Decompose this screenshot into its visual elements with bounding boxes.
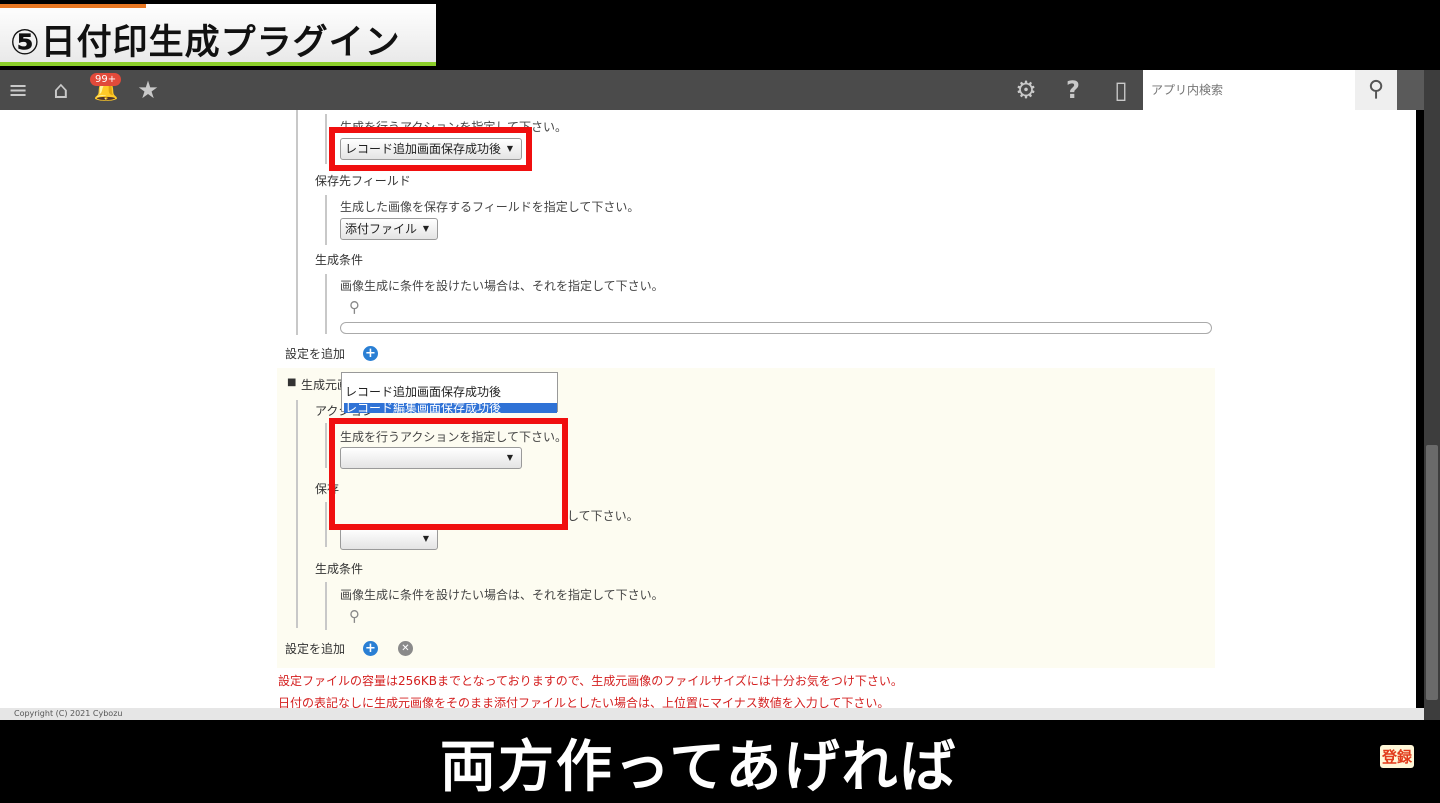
heading-bullet: ■ xyxy=(287,377,297,388)
star-icon[interactable]: ★ xyxy=(134,70,162,110)
note-file-size: 設定ファイルの容量は256KBまでとなっておりますので、生成元画像のファイルサイ… xyxy=(278,674,903,688)
dropdown-option-selected[interactable]: レコード編集画面保存成功後 xyxy=(344,403,557,413)
add-icon[interactable]: + xyxy=(363,346,378,361)
action-dropdown-list[interactable]: レコード追加画面保存成功後 レコード編集画面保存成功後 xyxy=(341,372,558,413)
condition-label: 生成条件 xyxy=(315,253,364,267)
save-field-description: 生成した画像を保存するフィールドを指定して下さい。 xyxy=(340,200,640,214)
action-guide-line xyxy=(325,114,327,164)
condition-description: 画像生成に条件を設けたい場合は、それを指定して下さい。 xyxy=(340,279,664,293)
highlight-box xyxy=(329,418,568,530)
copyright-bar: Copyright (C) 2021 Cybozu xyxy=(0,708,1424,720)
condition-description: 画像生成に条件を設けたい場合は、それを指定して下さい。 xyxy=(340,588,664,602)
add-setting-label: 設定を追加 xyxy=(285,642,346,656)
save-field-select[interactable]: 添付ファイル ▼ xyxy=(340,218,438,240)
search-icon[interactable]: ⚲ xyxy=(349,607,360,625)
save-field-guide-line xyxy=(325,195,327,245)
video-title: ⑤日付印生成プラグイン xyxy=(10,23,401,63)
scrollbar-thumb[interactable] xyxy=(1426,445,1438,700)
save-field-select-value: 添付ファイル xyxy=(345,222,418,236)
dropdown-option[interactable]: レコード追加画面保存成功後 xyxy=(344,384,557,401)
chevron-down-icon: ▼ xyxy=(422,224,429,233)
condition-guide-line xyxy=(325,582,327,630)
highlight-box xyxy=(329,127,532,171)
plugin-settings-content: 生成を行うアクションを指定して下さい。 レコード追加画面保存成功後 ▼ 保存先フ… xyxy=(0,110,1416,708)
condition-input-bar[interactable] xyxy=(340,322,1212,334)
app-search-input[interactable] xyxy=(1143,70,1355,110)
search-icon[interactable]: ⚲ xyxy=(1355,70,1397,110)
section2-guide-line xyxy=(296,400,298,628)
search-icon[interactable]: ⚲ xyxy=(349,298,360,316)
menu-icon[interactable]: ≡ xyxy=(4,70,32,110)
action-guide-line xyxy=(325,423,327,468)
save-field-guide-line xyxy=(325,502,327,547)
video-subtitle: 両方作ってあげれば xyxy=(440,735,958,800)
subscribe-badge[interactable]: 登録 xyxy=(1380,745,1415,768)
gear-icon[interactable]: ⚙ xyxy=(1012,70,1040,110)
condition-label: 生成条件 xyxy=(315,562,364,576)
mobile-icon[interactable]: ▯ xyxy=(1107,70,1135,110)
help-icon[interactable]: ? xyxy=(1059,70,1087,110)
save-field-label: 保存先フィールド xyxy=(315,174,411,188)
header-edge xyxy=(1397,70,1424,110)
note-no-date: 日付の表記なしに生成元画像をそのまま添付ファイルとしたい場合は、上位置にマイナス… xyxy=(278,696,890,708)
section1-guide-line xyxy=(296,110,298,335)
copyright-text: Copyright (C) 2021 Cybozu xyxy=(14,709,123,718)
condition-guide-line xyxy=(325,274,327,334)
video-title-banner: ⑤日付印生成プラグイン xyxy=(0,4,436,66)
notification-badge: 99+ xyxy=(90,73,122,86)
add-icon[interactable]: + xyxy=(363,641,378,656)
save-field-select[interactable]: ▼ xyxy=(340,528,438,550)
add-setting-label: 設定を追加 xyxy=(285,347,346,361)
save-field-description-partial: して下さい。 xyxy=(567,509,639,523)
title-accent-bar xyxy=(0,4,146,8)
remove-icon[interactable]: ✕ xyxy=(398,641,413,656)
chevron-down-icon: ▼ xyxy=(422,534,429,543)
home-icon[interactable]: ⌂ xyxy=(47,70,75,110)
app-header: ≡ ⌂ 🔔 99+ ★ ⚙ ? ▯ ⚲ xyxy=(0,70,1424,110)
